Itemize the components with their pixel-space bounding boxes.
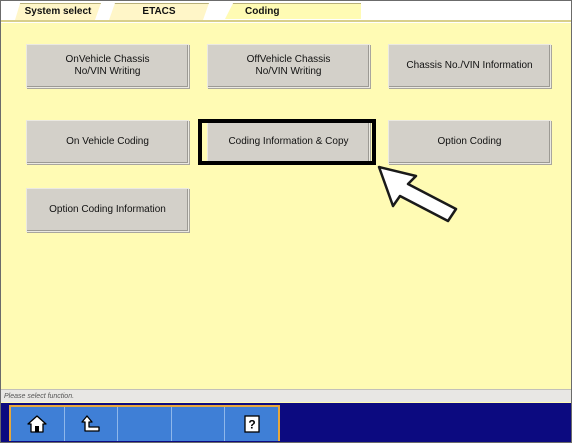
tab-divider bbox=[1, 20, 571, 22]
help-icon: ? bbox=[244, 415, 260, 433]
home-button[interactable] bbox=[11, 407, 65, 441]
option-coding-button[interactable]: Option Coding bbox=[388, 120, 551, 164]
pointer-arrow-icon bbox=[377, 165, 458, 223]
chassis-vin-information-button[interactable]: Chassis No./VIN Information bbox=[388, 44, 551, 88]
bottom-toolbar: ? bbox=[9, 405, 280, 441]
offvehicle-chassis-vin-writing-button[interactable]: OffVehicle Chassis No/VIN Writing bbox=[207, 44, 370, 88]
toolbar-slot-blank bbox=[172, 407, 226, 441]
tab-system-select[interactable]: System select bbox=[15, 3, 101, 20]
help-button[interactable]: ? bbox=[225, 407, 278, 441]
option-coding-information-button[interactable]: Option Coding Information bbox=[26, 188, 189, 232]
toolbar-slot-blank bbox=[118, 407, 172, 441]
highlight-box bbox=[198, 119, 376, 165]
home-icon bbox=[27, 415, 47, 433]
tab-coding[interactable]: Coding bbox=[225, 3, 361, 19]
on-vehicle-coding-button[interactable]: On Vehicle Coding bbox=[26, 120, 189, 164]
breadcrumb-tab-bar: System select ETACS Coding bbox=[1, 1, 571, 23]
back-icon bbox=[81, 415, 100, 432]
back-button[interactable] bbox=[65, 407, 119, 441]
status-message: Please select function. bbox=[1, 389, 571, 402]
main-window: System select ETACS Coding OnVehicle Cha… bbox=[0, 0, 572, 443]
help-label: ? bbox=[248, 418, 255, 432]
onvehicle-chassis-vin-writing-button[interactable]: OnVehicle Chassis No/VIN Writing bbox=[26, 44, 189, 88]
tab-etacs[interactable]: ETACS bbox=[109, 3, 209, 20]
